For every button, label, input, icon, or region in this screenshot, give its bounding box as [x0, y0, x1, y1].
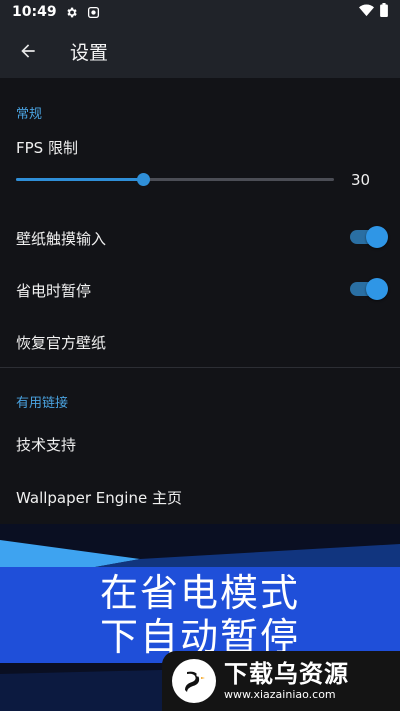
- toggle-knob: [366, 278, 388, 300]
- arrow-left-icon: [21, 44, 35, 58]
- power-save-toggle[interactable]: [350, 278, 388, 300]
- power-save-label: 省电时暂停: [16, 282, 92, 300]
- fps-slider-thumb[interactable]: [137, 173, 151, 186]
- status-time: 10:49: [12, 4, 57, 20]
- watermark-url: www.xiazainiao.com: [224, 688, 336, 701]
- touch-input-toggle[interactable]: [350, 226, 388, 248]
- homepage-link-label: Wallpaper Engine 主页: [16, 489, 182, 507]
- restore-wallpaper-label: 恢复官方壁纸: [16, 334, 107, 352]
- battery-icon: [380, 3, 388, 21]
- bird-logo-icon: [172, 659, 216, 703]
- settings-list: 常规 FPS 限制 30 壁纸触摸输入 省电时暂停 恢复官方壁纸 有用链接 技术…: [0, 78, 400, 524]
- banner-line-1: 在省电模式: [99, 571, 300, 615]
- fps-value: 30: [351, 171, 371, 189]
- back-button[interactable]: [16, 39, 40, 63]
- wifi-icon: [359, 4, 374, 21]
- promo-banner: 在省电模式 下自动暂停: [0, 567, 400, 663]
- watermark: 下载乌资源 www.xiazainiao.com: [162, 651, 400, 711]
- page-title: 设置: [70, 41, 109, 64]
- screen-record-icon: [87, 5, 101, 19]
- support-link-label: 技术支持: [16, 436, 77, 454]
- watermark-name: 下载乌资源: [224, 660, 349, 688]
- app-bar: 设置: [0, 24, 400, 78]
- toggle-knob: [366, 226, 388, 248]
- fps-label: FPS 限制: [16, 139, 78, 157]
- gear-icon: [65, 5, 79, 19]
- section-header-general: 常规: [16, 107, 43, 122]
- section-header-links: 有用链接: [16, 396, 69, 411]
- touch-input-label: 壁纸触摸输入: [16, 230, 107, 248]
- status-bar: 10:49: [0, 0, 400, 24]
- fps-slider[interactable]: [16, 173, 334, 186]
- fps-slider-fill: [16, 178, 144, 181]
- divider: [0, 367, 400, 368]
